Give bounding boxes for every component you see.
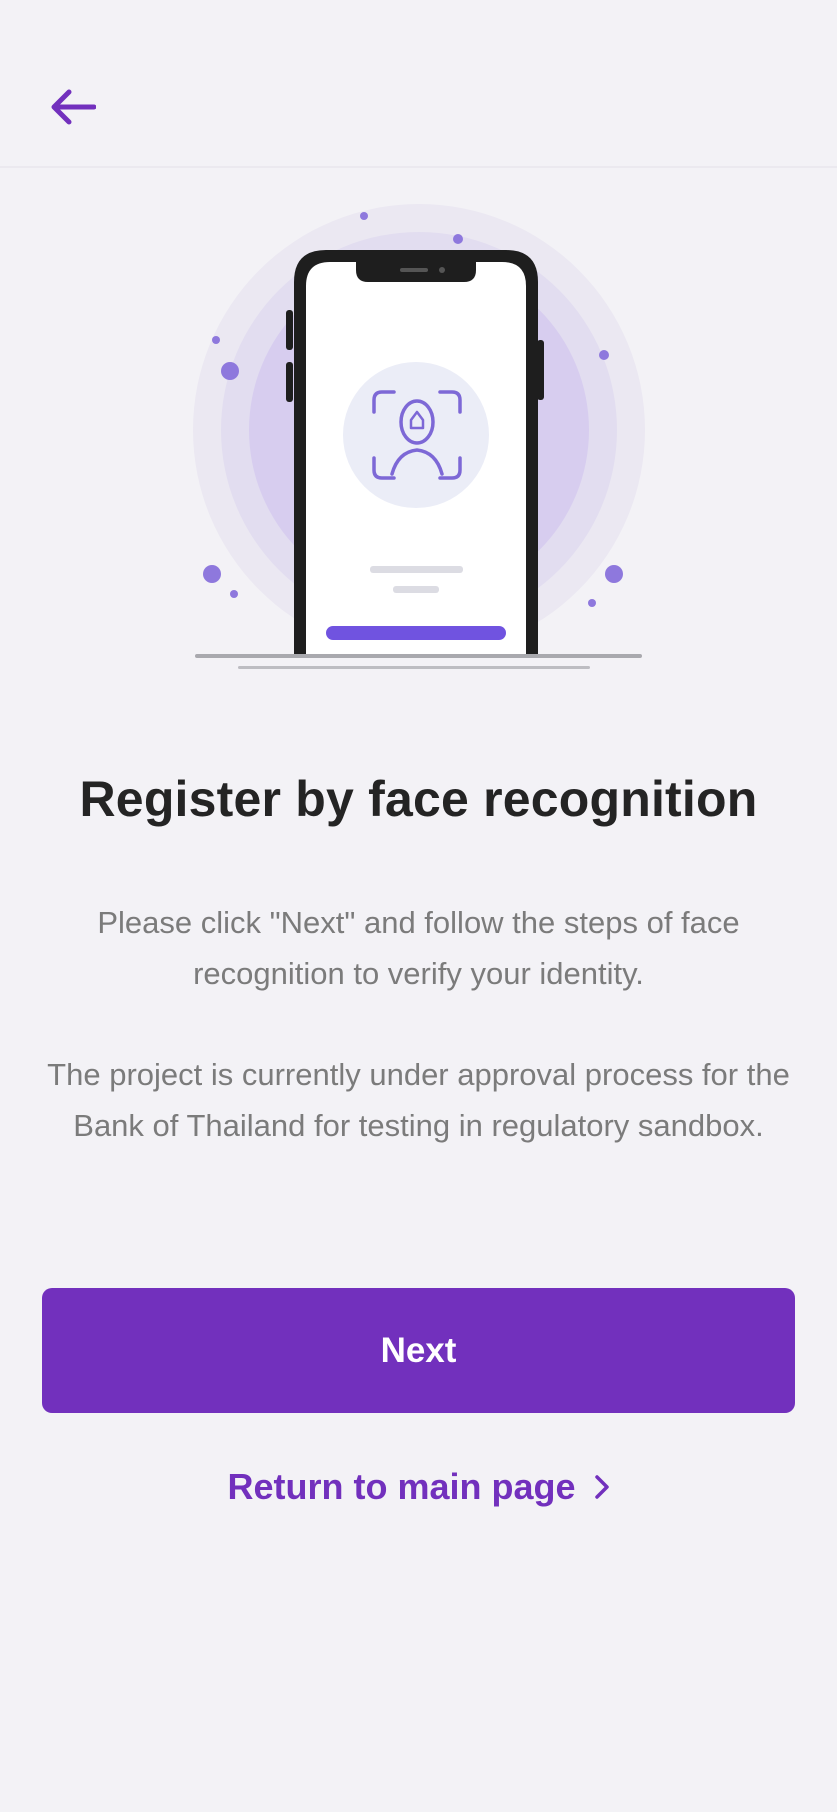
chevron-right-icon <box>594 1473 610 1501</box>
top-bar <box>0 0 837 168</box>
return-link-label: Return to main page <box>227 1466 576 1507</box>
next-button[interactable]: Next <box>42 1288 795 1413</box>
instruction-text: Please click "Next" and follow the steps… <box>97 905 740 991</box>
phone-illustration <box>294 250 538 656</box>
face-recognition-illustration <box>0 190 837 690</box>
page-title: Register by face recognition <box>79 771 758 827</box>
approval-notice-text: The project is currently under approval … <box>47 1057 790 1143</box>
arrow-left-icon <box>51 89 96 125</box>
return-to-main-page-link[interactable]: Return to main page <box>0 1462 837 1512</box>
back-button[interactable] <box>42 82 104 132</box>
